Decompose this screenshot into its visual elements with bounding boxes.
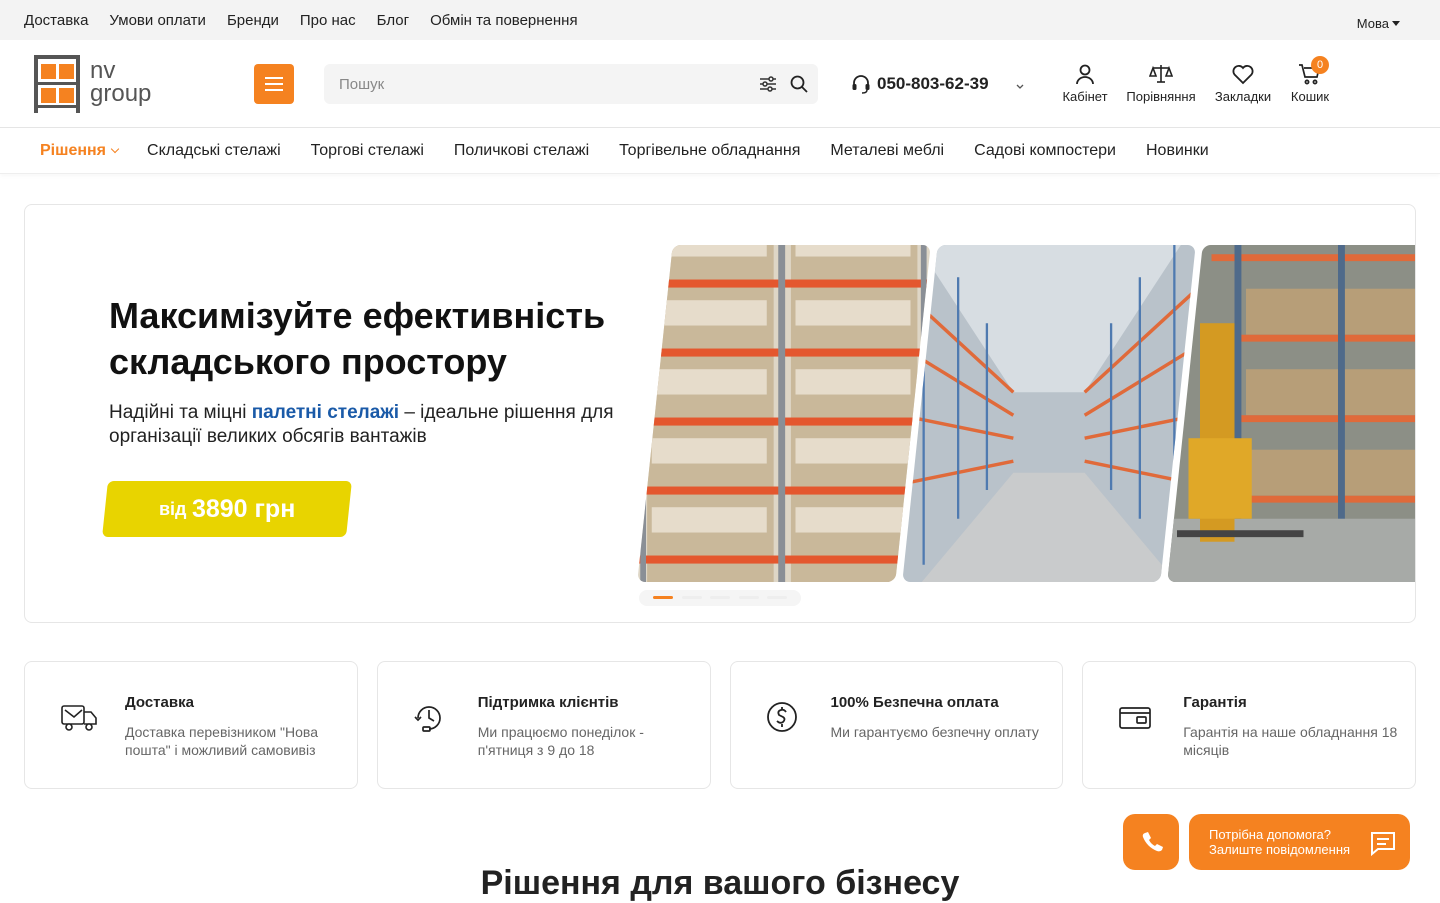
filter-icon[interactable] [758,74,778,94]
bookmarks-link[interactable]: Закладки [1212,62,1274,104]
logo-line1: nv [90,57,116,84]
feature-support: Підтримка клієнтів Ми працюємо понеділок… [376,661,711,789]
nav-item-trade-equipment[interactable]: Торгівельне обладнання [619,142,800,160]
hero-price-button[interactable]: від 3890 грн [102,481,352,537]
language-selector[interactable]: Мова [1357,16,1400,31]
feature-warranty: Гарантія Гарантія на наше обладнання 18 … [1082,661,1416,789]
topbar-link-blog[interactable]: Блог [377,12,409,29]
logo-text[interactable]: nv group [90,57,152,107]
search-icon[interactable] [789,74,809,94]
truck-icon [61,705,97,731]
hero-title: Максимізуйте ефективність складського пр… [109,295,606,382]
topbar-link-payment[interactable]: Умови оплати [109,12,206,29]
feature-text: Гарантія на наше обладнання 18 місяців [1183,724,1398,758]
call-button[interactable] [1123,814,1179,870]
nav-item-new[interactable]: Новинки [1146,142,1209,160]
cart-link[interactable]: Кошик 0 [1287,56,1333,104]
nav-item-shelf-racks[interactable]: Поличкові стелажі [454,142,589,160]
carousel-dots [639,590,801,606]
nav-item-metal-furniture[interactable]: Металеві меблі [830,142,944,160]
topbar-link-brands[interactable]: Бренди [227,12,279,29]
feature-payment: 100% Безпечна оплата Ми гарантуємо безпе… [729,661,1064,789]
topbar-link-delivery[interactable]: Доставка [24,12,88,29]
logo-icon[interactable] [34,55,80,113]
site-header: nv group 050-803-62-39 Кабінет Порівнянн… [0,40,1440,128]
hero-image-racks [637,245,931,582]
nav-item-warehouse-racks[interactable]: Складські стелажі [147,142,281,160]
bookmarks-label: Закладки [1214,89,1272,104]
phone-number[interactable]: 050-803-62-39 [850,73,989,95]
card-icon [1119,707,1152,729]
main-nav: Рішення Складські стелажі Торгові стелаж… [0,128,1440,174]
feature-delivery: Доставка Доставка перевізником "Нова пош… [24,661,358,789]
help-chat-button[interactable]: Потрібна допомога? Залиште повідомлення [1189,814,1410,870]
support-clock-icon [414,706,441,732]
price-prefix: від [158,498,187,519]
scales-icon [1149,65,1173,83]
nav-item-trade-racks[interactable]: Торгові стелажі [311,142,424,160]
feature-title: Гарантія [1183,694,1247,711]
feature-title: Підтримка клієнтів [477,694,619,711]
price-value: 3890 грн [192,494,296,523]
carousel-dot-3[interactable] [710,596,730,599]
compare-label: Порівняння [1126,89,1196,104]
logo-line2: group [90,80,152,107]
cart-count-badge: 0 [1311,56,1329,74]
compare-link[interactable]: Порівняння [1123,62,1199,104]
user-icon [1076,64,1094,85]
topbar-link-returns[interactable]: Обмін та повернення [430,12,578,29]
cabinet-label: Кабінет [1062,89,1108,104]
feature-text: Ми гарантуємо безпечну оплату [830,724,1039,740]
phone-text: 050-803-62-39 [877,74,989,93]
hero-subtitle: Надійні та міцні палетні стелажі – ідеал… [109,402,614,447]
hero-banner[interactable]: Максимізуйте ефективність складського пр… [24,204,1416,623]
search-input[interactable] [324,64,744,104]
nav-item-garden-composters[interactable]: Садові компостери [974,142,1116,160]
top-bar: Доставка Умови оплати Бренди Про нас Бло… [0,0,1440,40]
feature-text: Ми працюємо понеділок - п'ятниця з 9 до … [477,724,644,758]
carousel-dot-1[interactable] [653,596,673,599]
feature-title: Доставка [125,694,194,711]
hero-image-warehouse [902,245,1196,582]
cart-label: Кошик [1290,89,1330,104]
catalog-menu-button[interactable] [254,64,294,104]
cabinet-link[interactable]: Кабінет [1060,62,1110,104]
topbar-link-about[interactable]: Про нас [300,12,356,29]
hero-highlight-link: палетні стелажі [251,402,400,423]
chat-icon [1371,832,1395,856]
chevron-down-icon[interactable] [1014,80,1026,92]
heart-icon [1232,65,1254,85]
phone-icon [1142,832,1163,852]
headset-icon [852,75,870,94]
features-row: Доставка Доставка перевізником "Нова пош… [24,661,1416,789]
hero-image-forklift [1167,245,1415,582]
carousel-dot-2[interactable] [682,596,702,599]
carousel-dot-5[interactable] [767,596,787,599]
secure-payment-icon [766,702,797,732]
search-bar [324,64,818,104]
carousel-dot-4[interactable] [739,596,759,599]
nav-item-solutions[interactable]: Рішення [40,142,118,160]
feature-title: 100% Безпечна оплата [830,694,999,711]
feature-text: Доставка перевізником "Нова пошта" і мож… [125,724,318,758]
